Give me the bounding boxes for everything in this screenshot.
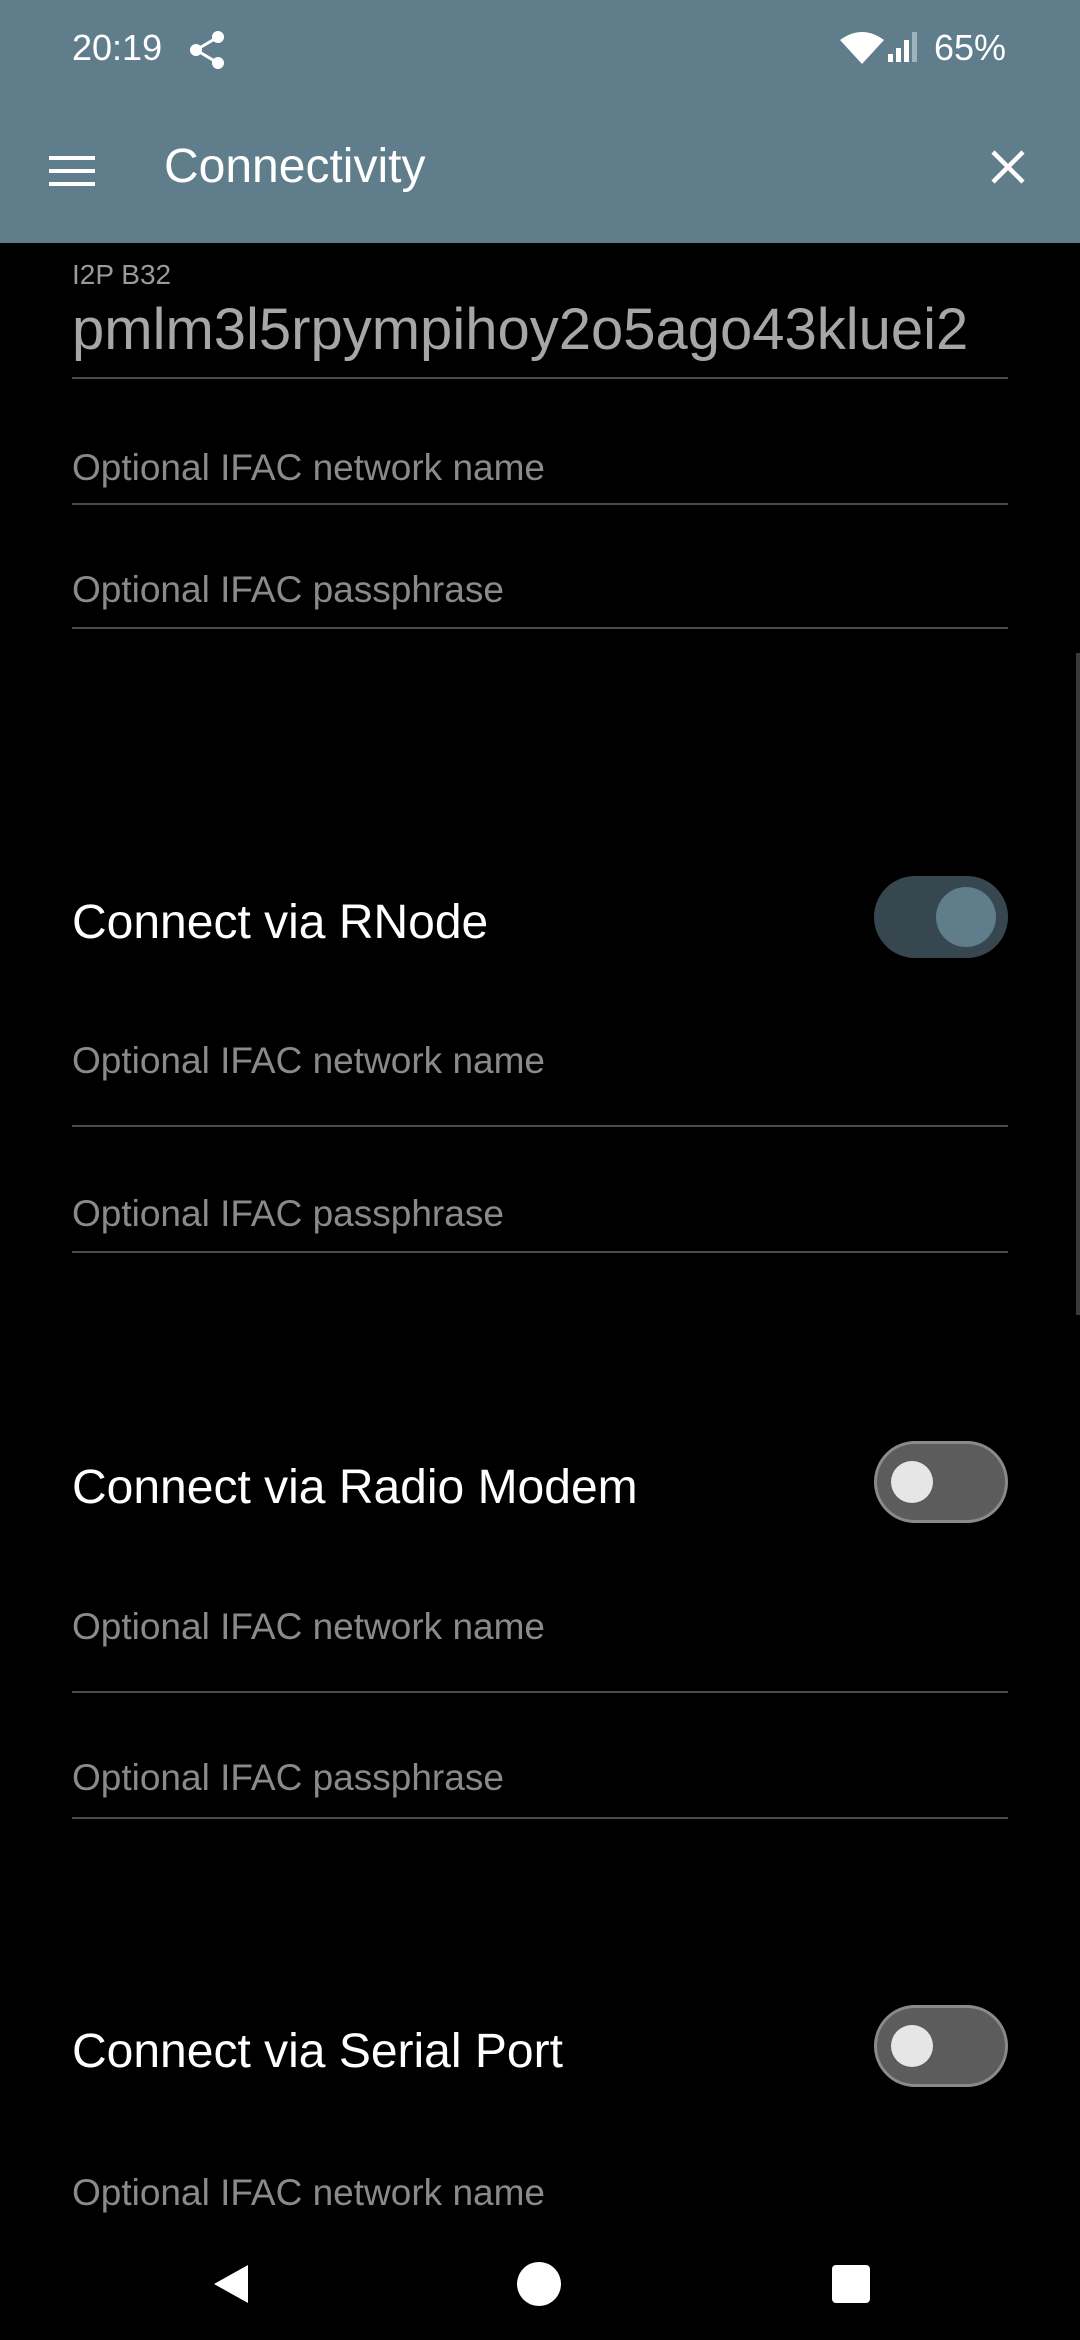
i2p-ifac-network-name-field[interactable]: Optional IFAC network name bbox=[72, 377, 1008, 505]
radio-modem-ifac-network-name-field[interactable]: Optional IFAC network name bbox=[72, 1507, 1008, 1693]
screen: 20:19 65% Connectivity I2P B32 pmlm3l5rp… bbox=[0, 0, 1080, 2340]
battery-percentage: 65% bbox=[934, 27, 1007, 68]
toggle-knob bbox=[936, 887, 996, 947]
i2p-b32-label: I2P B32 bbox=[72, 259, 172, 290]
app-bar: Connectivity bbox=[0, 95, 1080, 243]
back-icon[interactable] bbox=[206, 2259, 256, 2309]
i2p-ifac-passphrase-field[interactable]: Optional IFAC passphrase bbox=[72, 503, 1008, 629]
i2p-b32-value[interactable]: pmlm3l5rpympihoy2o5ago43kluei2 bbox=[72, 295, 1008, 365]
home-icon[interactable] bbox=[514, 2259, 564, 2309]
rnode-ifac-passphrase-placeholder: Optional IFAC passphrase bbox=[72, 1193, 504, 1234]
close-button[interactable] bbox=[976, 135, 1040, 199]
radio-modem-ifac-passphrase-field[interactable]: Optional IFAC passphrase bbox=[72, 1693, 1008, 1819]
status-bar: 20:19 65% bbox=[0, 0, 1080, 95]
scrollbar[interactable] bbox=[1076, 653, 1080, 1315]
wifi-icon bbox=[840, 32, 884, 64]
rnode-section-title: Connect via RNode bbox=[72, 896, 489, 949]
radio-modem-ifac-network-name-placeholder: Optional IFAC network name bbox=[72, 1606, 545, 1647]
share-icon bbox=[190, 31, 224, 69]
toggle-knob bbox=[891, 2025, 933, 2067]
status-time: 20:19 bbox=[72, 27, 163, 68]
page-title: Connectivity bbox=[164, 140, 426, 193]
navigation-bar bbox=[0, 2253, 1080, 2340]
toggle-knob bbox=[891, 1461, 933, 1503]
rnode-ifac-network-name-placeholder: Optional IFAC network name bbox=[72, 1040, 545, 1081]
settings-content[interactable]: I2P B32 pmlm3l5rpympihoy2o5ago43kluei2 O… bbox=[0, 243, 1080, 2253]
i2p-ifac-passphrase-placeholder: Optional IFAC passphrase bbox=[72, 569, 504, 610]
i2p-ifac-network-name-placeholder: Optional IFAC network name bbox=[72, 447, 545, 488]
rnode-ifac-network-name-field[interactable]: Optional IFAC network name bbox=[72, 943, 1008, 1127]
recents-icon[interactable] bbox=[826, 2259, 876, 2309]
serial-port-ifac-network-name-field[interactable]: Optional IFAC network name bbox=[72, 2073, 1008, 2253]
rnode-ifac-passphrase-field[interactable]: Optional IFAC passphrase bbox=[72, 1127, 1008, 1253]
radio-modem-ifac-passphrase-placeholder: Optional IFAC passphrase bbox=[72, 1757, 504, 1798]
menu-button[interactable] bbox=[40, 139, 104, 203]
close-icon bbox=[991, 150, 1025, 184]
hamburger-menu-icon bbox=[49, 156, 95, 186]
serial-port-section-title: Connect via Serial Port bbox=[72, 2025, 563, 2078]
serial-port-ifac-network-name-placeholder: Optional IFAC network name bbox=[72, 2172, 545, 2213]
cell-signal-icon bbox=[888, 32, 917, 62]
